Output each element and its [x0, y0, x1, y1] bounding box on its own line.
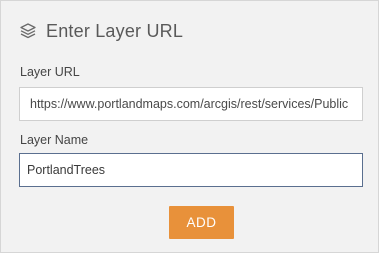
- panel-title: Enter Layer URL: [46, 20, 184, 41]
- add-button[interactable]: ADD: [169, 206, 234, 239]
- panel-header: Enter Layer URL: [18, 19, 183, 43]
- layer-url-label: Layer URL: [20, 65, 80, 79]
- layer-name-input[interactable]: [19, 153, 363, 187]
- enter-layer-url-panel: Enter Layer URL Layer URL Layer Name ADD: [0, 0, 379, 253]
- layers-icon: [18, 21, 38, 41]
- layer-url-input[interactable]: [19, 87, 363, 121]
- layer-name-label: Layer Name: [20, 133, 89, 147]
